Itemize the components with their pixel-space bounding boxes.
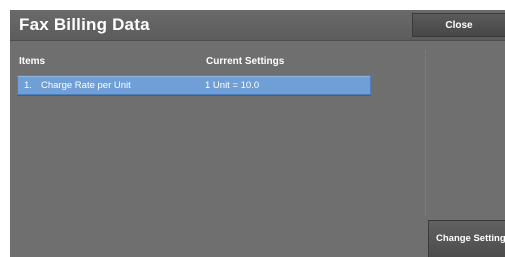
header-bar: Fax Billing Data Close — [10, 10, 505, 41]
row-current-setting: 1 Unit = 10.0 — [205, 80, 260, 91]
column-header-current-settings: Current Settings — [206, 56, 285, 67]
row-number: 1. — [24, 80, 32, 91]
fax-billing-screen: Fax Billing Data Close Items Current Set… — [10, 10, 505, 257]
panel-divider — [425, 50, 426, 215]
change-settings-button[interactable]: Change Settings — [428, 220, 505, 257]
column-header-items: Items — [19, 56, 46, 67]
list-item-charge-rate-per-unit[interactable]: 1. Charge Rate per Unit 1 Unit = 10.0 — [17, 75, 371, 95]
close-button[interactable]: Close — [412, 13, 505, 37]
page-title: Fax Billing Data — [19, 15, 150, 34]
row-item-label: Charge Rate per Unit — [41, 80, 131, 91]
